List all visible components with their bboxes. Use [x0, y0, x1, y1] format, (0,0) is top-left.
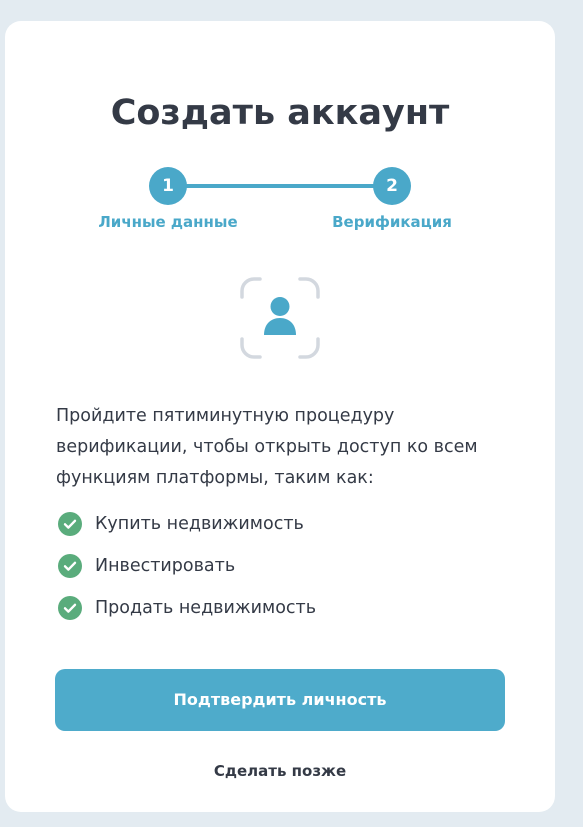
feature-item: Продать недвижимость [58, 587, 316, 629]
feature-label: Инвестировать [95, 556, 236, 576]
feature-list: Купить недвижимость Инвестировать Продат… [58, 503, 316, 629]
confirm-identity-button[interactable]: Подтвердить личность [55, 669, 505, 731]
face-scan-icon [239, 277, 321, 359]
check-circle-icon [58, 596, 82, 620]
feature-item: Инвестировать [58, 545, 316, 587]
signup-card: Создать аккаунт 1 2 Личные данные Верифи… [5, 21, 555, 812]
feature-label: Продать недвижимость [95, 598, 317, 618]
do-later-link[interactable]: Сделать позже [5, 762, 555, 780]
step-1-label[interactable]: Личные данные [68, 213, 268, 231]
step-1-indicator[interactable]: 1 [149, 167, 187, 205]
check-circle-icon [58, 512, 82, 536]
step-2-indicator[interactable]: 2 [373, 167, 411, 205]
feature-item: Купить недвижимость [58, 503, 316, 545]
verification-description: Пройдите пятиминутную процедуру верифика… [56, 406, 478, 488]
stepper-progress-line [180, 184, 390, 188]
stepper: 1 2 Личные данные Верификация [5, 167, 555, 237]
check-circle-icon [58, 554, 82, 578]
feature-label: Купить недвижимость [95, 514, 304, 534]
step-2-label[interactable]: Верификация [292, 213, 492, 231]
page-title: Создать аккаунт [110, 93, 450, 133]
